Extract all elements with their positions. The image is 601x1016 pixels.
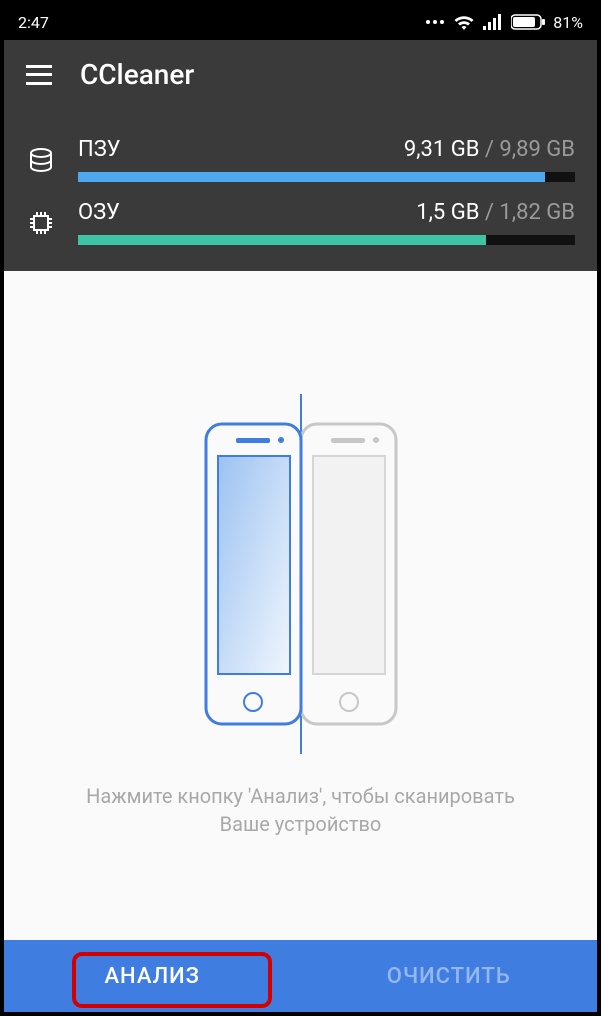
phone-illustration [181,394,421,754]
bottom-bar: АНАЛИЗ ОЧИСТИТЬ [4,940,597,1012]
ram-label: ОЗУ [78,200,120,225]
menu-icon[interactable] [26,65,52,85]
clean-button[interactable]: ОЧИСТИТЬ [301,940,598,1012]
ram-value: 1,5 GB / 1,82 GB [416,200,575,225]
status-bar: 2:47 81% [4,4,597,40]
wifi-icon [453,13,475,31]
battery-icon [511,14,545,30]
app-title: CCleaner [80,58,194,91]
status-icons: 81% [425,13,583,32]
storage-bar [78,172,575,182]
main-content: Нажмите кнопку 'Анализ', чтобы сканирова… [4,271,597,940]
more-icon [425,19,445,25]
storage-value: 9,31 GB / 9,89 GB [404,137,575,162]
analyze-button[interactable]: АНАЛИЗ [4,940,301,1012]
storage-row[interactable]: ПЗУ 9,31 GB / 9,89 GB [26,137,575,182]
stats-panel: ПЗУ 9,31 GB / 9,89 GB ОЗУ 1,5 GB / 1,8 [4,109,597,271]
battery-percent: 81% [553,13,583,32]
hint-message: Нажмите кнопку 'Анализ', чтобы сканирова… [86,782,515,838]
app-bar: CCleaner [4,40,597,109]
status-time: 2:47 [18,13,49,32]
ram-bar [78,235,575,245]
ram-icon [26,210,56,236]
storage-icon [26,147,56,173]
signal-icon [483,14,503,30]
storage-label: ПЗУ [78,137,120,162]
ram-row[interactable]: ОЗУ 1,5 GB / 1,82 GB [26,200,575,245]
